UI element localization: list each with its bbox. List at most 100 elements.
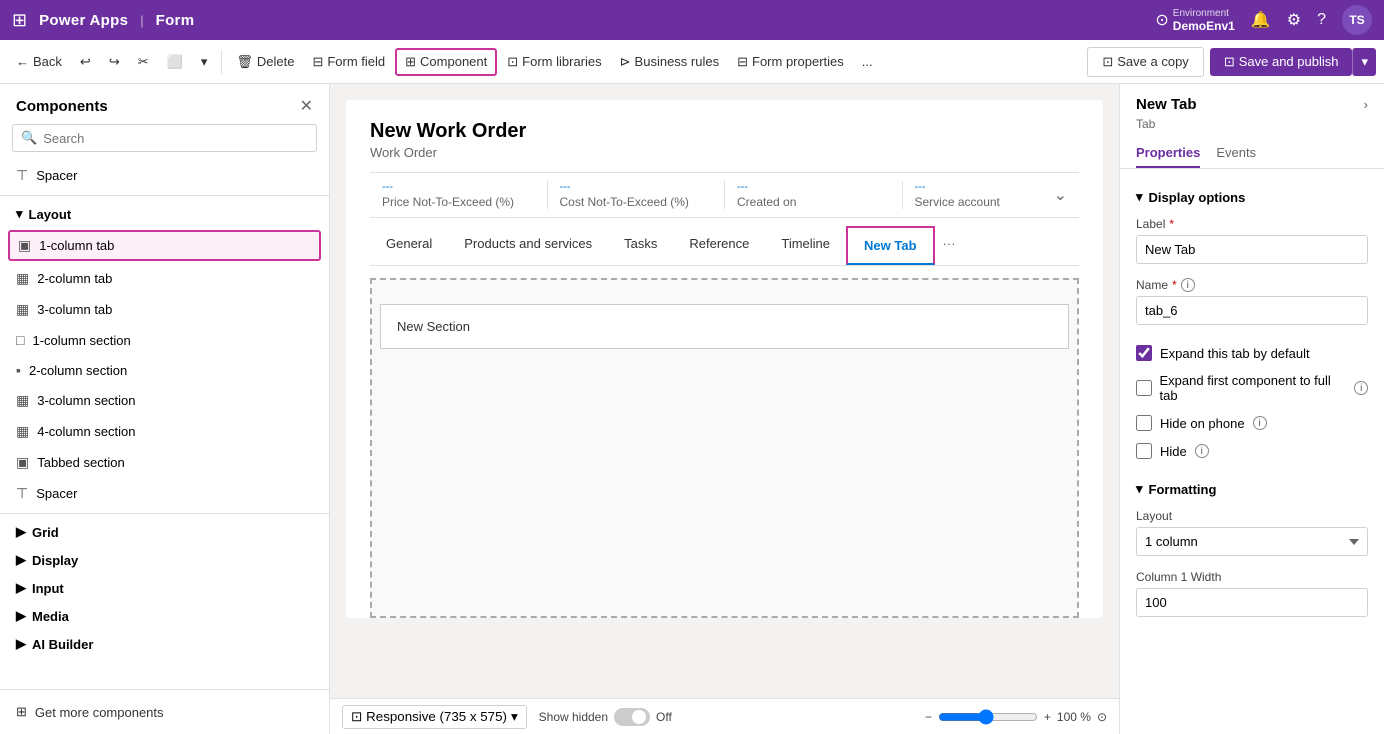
section-header-display[interactable]: ▶ Display [0, 546, 329, 574]
hide-phone-row[interactable]: Hide on phone i [1136, 409, 1368, 437]
business-rules-button[interactable]: ⊳ Business rules [612, 50, 727, 74]
save-publish-dropdown-button[interactable]: ▾ [1352, 48, 1376, 76]
zoom-value: 100 % [1057, 710, 1091, 724]
tab-tasks[interactable]: Tasks [608, 226, 673, 265]
name-info-icon[interactable]: i [1181, 278, 1195, 292]
sidebar-item-2-column-section[interactable]: ▪ 2-column section [0, 355, 329, 385]
right-panel-body[interactable]: ▾ Display options Label * Name * i [1120, 169, 1384, 734]
sidebar-item-1-column-section[interactable]: □ 1-column section [0, 325, 329, 355]
toggle-switch[interactable] [614, 708, 650, 726]
tab-new-tab[interactable]: New Tab [846, 226, 935, 265]
help-icon[interactable]: ? [1317, 11, 1326, 29]
sidebar-item-1-column-tab[interactable]: ▣ 1-column tab [8, 230, 321, 261]
expand-default-checkbox[interactable] [1136, 345, 1152, 361]
hide-checkbox[interactable] [1136, 443, 1152, 459]
section-header-ai[interactable]: ▶ AI Builder [0, 630, 329, 658]
sidebar-item-tabbed-section[interactable]: ▣ Tabbed section [0, 447, 329, 478]
responsive-button[interactable]: ⊡ Responsive (735 x 575) ▾ [342, 705, 527, 729]
form-tabs: General Products and services Tasks Refe… [370, 226, 1079, 266]
expand-default-row[interactable]: Expand this tab by default [1136, 339, 1368, 367]
sidebar-item-3-column-section[interactable]: ▦ 3-column section [0, 385, 329, 416]
tab-more-button[interactable]: ··· [935, 226, 964, 265]
hide-phone-checkbox[interactable] [1136, 415, 1152, 431]
expand-full-checkbox[interactable] [1136, 380, 1152, 396]
sidebar-item-spacer-bottom[interactable]: ⊤ Spacer [0, 478, 329, 509]
display-options-section-header[interactable]: ▾ Display options [1136, 181, 1368, 213]
tab-products-services[interactable]: Products and services [448, 226, 608, 265]
name-field-group: Name * i [1136, 278, 1368, 325]
search-input[interactable] [43, 131, 308, 146]
tab-timeline[interactable]: Timeline [765, 226, 846, 265]
paste-dropdown-button[interactable]: ▾ [193, 50, 216, 74]
tab-properties[interactable]: Properties [1136, 139, 1200, 168]
section-header-layout[interactable]: ▾ Layout [0, 200, 329, 228]
hide-phone-info-icon[interactable]: i [1253, 416, 1267, 430]
tab-reference[interactable]: Reference [673, 226, 765, 265]
hide-phone-label: Hide on phone [1160, 416, 1245, 431]
form-field-button[interactable]: ⊟ Form field [304, 50, 393, 74]
form-body[interactable]: New Section [370, 278, 1079, 618]
expand-icon[interactable]: ⌄ [1054, 185, 1067, 205]
section-box[interactable]: New Section [380, 304, 1069, 349]
sidebar-item-4-column-section[interactable]: ▦ 4-column section [0, 416, 329, 447]
form-properties-button[interactable]: ⊟ Form properties [729, 50, 852, 74]
sidebar-title: Components [16, 98, 108, 115]
cut-button[interactable]: ✂ [130, 50, 157, 74]
section-header-grid[interactable]: ▶ Grid [0, 518, 329, 546]
app-grid-icon[interactable]: ⊞ [12, 10, 27, 31]
hide-row[interactable]: Hide i [1136, 437, 1368, 465]
field-value-4: Service account [915, 195, 1000, 209]
more-button[interactable]: ... [854, 50, 881, 73]
back-button[interactable]: ← Back [8, 50, 70, 73]
formatting-section-header[interactable]: ▾ Formatting [1136, 473, 1368, 505]
undo-button[interactable]: ↩ [72, 50, 99, 74]
redo-button[interactable]: ↪ [101, 50, 128, 74]
delete-button[interactable]: 🗑 Delete [228, 50, 302, 74]
search-box[interactable]: 🔍 [12, 124, 317, 152]
tab-general[interactable]: General [370, 226, 448, 265]
zoom-fit-icon[interactable]: ⊙ [1097, 710, 1107, 724]
ai-section-label: AI Builder [32, 637, 93, 652]
name-input[interactable] [1136, 296, 1368, 325]
main-layout: Components ✕ 🔍 ⊤ Spacer ▾ Layout ▣ 1-col… [0, 84, 1384, 734]
section-header-media[interactable]: ▶ Media [0, 602, 329, 630]
settings-icon[interactable]: ⚙ [1287, 10, 1301, 30]
layout-select[interactable]: 1 column 2 columns 3 columns [1136, 527, 1368, 556]
sidebar-close-icon[interactable]: ✕ [300, 96, 313, 116]
col1-width-input[interactable] [1136, 588, 1368, 617]
copy-button[interactable]: ⬜ [159, 50, 191, 74]
toolbar: ← Back ↩ ↪ ✂ ⬜ ▾ 🗑 Delete ⊟ Form field ⊞… [0, 40, 1384, 84]
zoom-slider[interactable] [938, 709, 1038, 725]
user-avatar[interactable]: TS [1342, 5, 1372, 35]
field-label-4: --- [915, 181, 1000, 193]
component-button[interactable]: ⊞ Component [395, 48, 497, 76]
canvas-scroll[interactable]: New Work Order Work Order --- Price Not-… [330, 84, 1119, 698]
right-panel-expand-icon[interactable]: › [1364, 97, 1368, 112]
zoom-minus-icon[interactable]: − [925, 710, 932, 724]
responsive-dropdown-icon: ▾ [511, 709, 518, 725]
zoom-plus-icon[interactable]: + [1044, 710, 1051, 724]
save-copy-button[interactable]: ⊡ Save a copy [1087, 47, 1203, 77]
sidebar-item-label: Tabbed section [37, 455, 124, 470]
show-hidden-toggle[interactable]: Show hidden Off [539, 708, 672, 726]
sidebar-item-3-column-tab[interactable]: ▦ 3-column tab [0, 294, 329, 325]
chevron-right-icon-5: ▶ [16, 636, 26, 652]
toolbar-separator-1 [221, 50, 222, 74]
save-publish-button[interactable]: ⊡ Save and publish [1210, 48, 1353, 76]
tab-events[interactable]: Events [1216, 139, 1256, 168]
topbar-right: ⊙ Environment DemoEnv1 🔔 ⚙ ? TS [1155, 5, 1372, 35]
notification-icon[interactable]: 🔔 [1251, 10, 1271, 30]
formatting-collapse-icon: ▾ [1136, 481, 1143, 497]
sidebar-item-spacer-top[interactable]: ⊤ Spacer [0, 160, 329, 191]
right-panel: New Tab › Tab Properties Events ▾ Displa… [1119, 84, 1384, 734]
section-header-input[interactable]: ▶ Input [0, 574, 329, 602]
form-libraries-button[interactable]: ⊡ Form libraries [499, 50, 609, 74]
expand-full-info-icon[interactable]: i [1354, 381, 1368, 395]
hide-info-icon[interactable]: i [1195, 444, 1209, 458]
label-input[interactable] [1136, 235, 1368, 264]
field-value-2: Cost Not-To-Exceed (%) [560, 195, 713, 209]
expand-full-row[interactable]: Expand first component to full tab i [1136, 367, 1368, 409]
get-more-components-button[interactable]: ⊞ Get more components [16, 700, 313, 724]
field-col-3: --- Created on [725, 181, 903, 209]
sidebar-item-2-column-tab[interactable]: ▦ 2-column tab [0, 263, 329, 294]
